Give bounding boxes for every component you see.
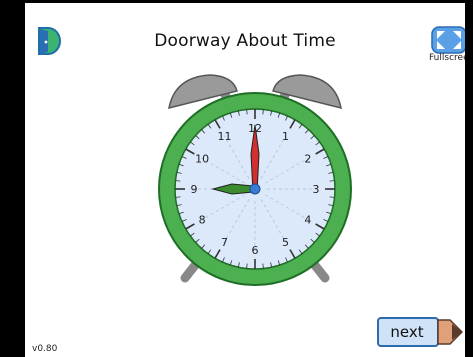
clock-number: 5 — [282, 236, 289, 249]
clock-number: 11 — [218, 130, 232, 143]
next-button[interactable] — [377, 317, 463, 347]
pencil-arrow-icon — [437, 319, 463, 345]
tick-mark — [175, 180, 181, 182]
tick-mark — [246, 109, 248, 115]
tick-mark — [329, 196, 335, 198]
tick-mark — [329, 180, 335, 182]
clock-number: 8 — [199, 214, 206, 227]
tick-mark — [175, 196, 181, 198]
version-label: v0.80 — [32, 344, 58, 354]
tick-mark — [262, 109, 264, 115]
app-stage: Doorway About Time Fullscreen 1212345678… — [25, 0, 465, 357]
alarm-clock: 121234567891011 — [158, 74, 352, 286]
clock-number: 9 — [191, 183, 198, 196]
center-pin — [249, 183, 261, 195]
clock-number: 4 — [304, 214, 311, 227]
clock-number: 7 — [221, 236, 228, 249]
tick-mark — [262, 263, 264, 269]
tick-mark — [246, 263, 248, 269]
clock-number: 3 — [313, 183, 320, 196]
clock-number: 6 — [252, 244, 259, 257]
clock-number: 2 — [304, 153, 311, 166]
clock-number: 1 — [282, 130, 289, 143]
clock-number: 10 — [195, 153, 209, 166]
